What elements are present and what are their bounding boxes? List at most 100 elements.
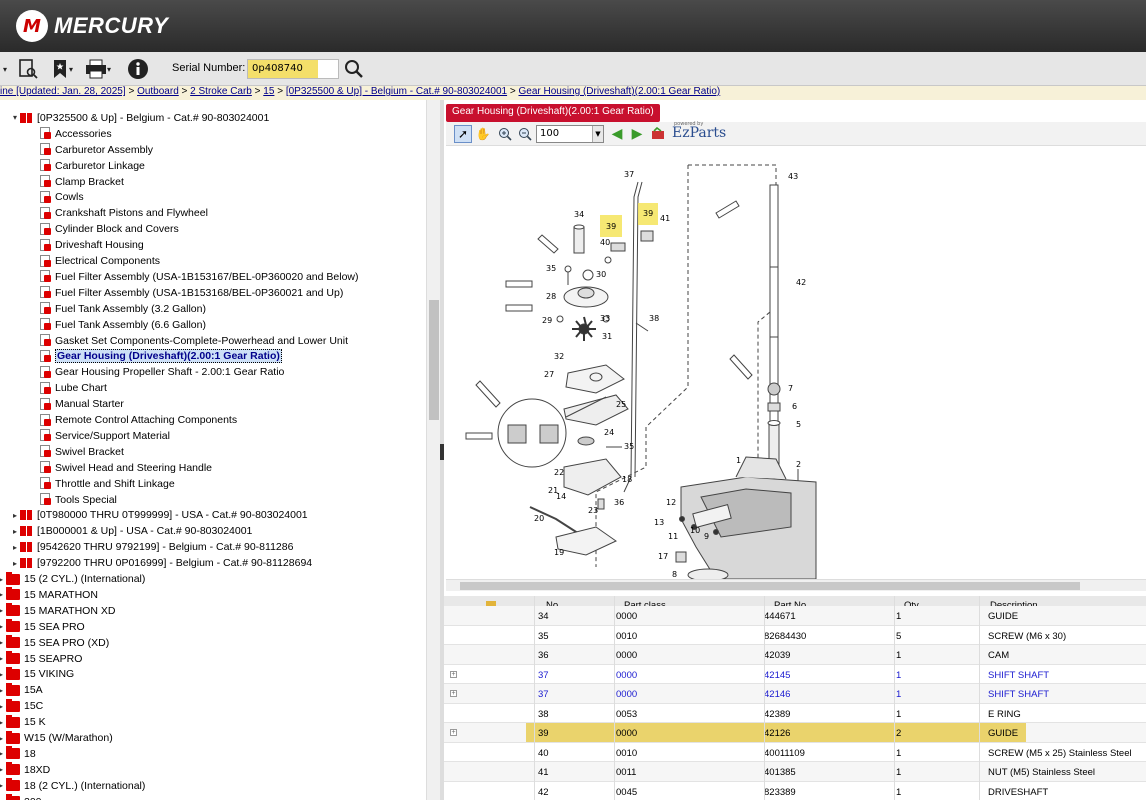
cell-description: GUIDE — [988, 728, 1019, 739]
tree-node-catalog[interactable]: ▸ [9542620 THRU 9792199] - Belgium - Cat.… — [10, 539, 293, 555]
table-row[interactable]: 42 0045 823389 1 DRIVESHAFT — [444, 782, 1146, 800]
tree-node-section[interactable]: Clamp Bracket — [40, 174, 124, 190]
tree-node-section[interactable]: Throttle and Shift Linkage — [40, 476, 175, 492]
tree-label: [9792200 THRU 0P016999] - Belgium - Cat.… — [37, 557, 313, 570]
tree-scroll-thumb[interactable] — [429, 300, 439, 420]
expand-toggle-icon[interactable]: ▸ — [10, 559, 20, 568]
diagram-tab[interactable]: Gear Housing (Driveshaft)(2.00:1 Gear Ra… — [446, 104, 660, 122]
tree-scrollbar[interactable] — [426, 100, 440, 800]
tree-node-model[interactable]: ▸ 15 MARATHON — [0, 587, 98, 603]
table-row[interactable]: +37 0000 42145 1 SHIFT SHAFT — [444, 665, 1146, 684]
exploded-parts-diagram[interactable]: 37 39 39 41 34 40 35 30 28 33 29 31 32 3… — [446, 147, 1146, 579]
diagram-hscroll-thumb[interactable] — [460, 582, 1080, 590]
pointer-tool-icon[interactable]: ➚ — [454, 125, 472, 143]
tree-node-section[interactable]: Fuel Tank Assembly (3.2 Gallon) — [40, 301, 206, 317]
tree-node-model[interactable]: ▸ 18 (2 CYL.) (International) — [0, 778, 145, 794]
tree-node-catalog[interactable]: ▾ [0P325500 & Up] - Belgium - Cat.# 90-80… — [10, 110, 269, 126]
tree-node-section[interactable]: Gasket Set Components-Complete-Powerhead… — [40, 333, 348, 349]
menu-arrow-icon[interactable]: ▾ — [0, 58, 10, 80]
previous-arrow-icon[interactable]: ◀ — [608, 125, 626, 143]
breadcrumb-item[interactable]: [0P325500 & Up] - Belgium - Cat.# 90-803… — [286, 86, 507, 97]
expand-toggle-icon[interactable]: ▸ — [10, 511, 20, 520]
breadcrumb-lead[interactable]: ine [Updated: Jan. 28, 2025] — [0, 86, 126, 97]
document-search-icon[interactable] — [16, 58, 40, 80]
tree-node-section[interactable]: Remote Control Attaching Components — [40, 412, 237, 428]
search-icon[interactable] — [344, 59, 364, 79]
expand-row-icon[interactable]: + — [450, 690, 457, 697]
tree-node-section[interactable]: Driveshaft Housing — [40, 237, 144, 253]
info-icon[interactable] — [126, 58, 150, 80]
table-row[interactable]: 35 0010 82684430 5 SCREW (M6 x 30) — [444, 626, 1146, 645]
zoom-dropdown-icon[interactable]: ▼ — [592, 126, 603, 142]
serial-number-input[interactable]: 0p408740 — [247, 59, 339, 79]
table-row[interactable]: 41 0011 401385 1 NUT (M5) Stainless Steel — [444, 762, 1146, 782]
tree-node-section[interactable]: Gear Housing Propeller Shaft - 2.00:1 Ge… — [40, 364, 284, 380]
page-icon — [40, 493, 52, 506]
table-row[interactable]: +39 0000 42126 2 GUIDE — [444, 723, 1146, 743]
next-arrow-icon[interactable]: ▶ — [628, 125, 646, 143]
tree-node-model[interactable]: ▸ 15 MARATHON XD — [0, 603, 115, 619]
tree-node-model[interactable]: ▸ 15 SEA PRO — [0, 619, 85, 635]
table-row[interactable]: 36 0000 42039 1 CAM — [444, 645, 1146, 665]
tree-node-section[interactable]: Cylinder Block and Covers — [40, 221, 179, 237]
callout-17: 17 — [658, 552, 668, 561]
tree-node-section[interactable]: Gear Housing (Driveshaft)(2.00:1 Gear Ra… — [40, 348, 282, 364]
tree-node-section[interactable]: Fuel Filter Assembly (USA-1B153167/BEL-0… — [40, 269, 359, 285]
tree-node-section[interactable]: Manual Starter — [40, 396, 124, 412]
tree-node-model[interactable]: ▸200 — [0, 794, 42, 800]
diagram-hscrollbar[interactable] — [446, 579, 1146, 591]
expand-row-icon[interactable]: + — [450, 670, 457, 678]
tree-node-model[interactable]: ▸ 15A — [0, 682, 43, 698]
tree-node-section[interactable]: Carburetor Assembly — [40, 142, 153, 158]
tree-node-section[interactable]: Lube Chart — [40, 380, 107, 396]
expand-toggle-icon[interactable]: ▸ — [10, 543, 20, 552]
tree-node-section[interactable]: Swivel Head and Steering Handle — [40, 460, 212, 476]
tree-node-model[interactable]: ▸ 18 — [0, 746, 36, 762]
tree-node-model[interactable]: ▸ 15 SEA PRO (XD) — [0, 635, 109, 651]
breadcrumb-item[interactable]: 15 — [263, 86, 274, 97]
folder-icon — [6, 666, 20, 680]
tree-node-model[interactable]: ▸ 15 VIKING — [0, 666, 74, 682]
tree-node-section[interactable]: Service/Support Material — [40, 428, 170, 444]
tree-node-section[interactable]: Accessories — [40, 126, 112, 142]
breadcrumb-item[interactable]: Gear Housing (Driveshaft)(2.00:1 Gear Ra… — [518, 86, 720, 97]
table-row[interactable]: +37 0000 42146 1 SHIFT SHAFT — [444, 684, 1146, 704]
tree-node-section[interactable]: Tools Special — [40, 492, 117, 508]
tree-node-section[interactable]: Carburetor Linkage — [40, 158, 145, 174]
tree-node-model[interactable]: ▸ W15 (W/Marathon) — [0, 730, 113, 746]
expand-row-icon[interactable]: + — [450, 729, 457, 736]
tree-node-section[interactable]: Fuel Filter Assembly (USA-1B153168/BEL-0… — [40, 285, 343, 301]
tree-node-model[interactable]: ▸ 18XD — [0, 762, 50, 778]
pan-hand-icon[interactable]: ✋ — [474, 125, 492, 143]
zoom-in-icon[interactable] — [496, 125, 514, 143]
tree-node-section[interactable]: Electrical Components — [40, 253, 160, 269]
table-row[interactable]: 34 0000 444671 1 GUIDE — [444, 606, 1146, 626]
tree-node-catalog[interactable]: ▸ [9792200 THRU 0P016999] - Belgium - Cat… — [10, 555, 312, 571]
folder-icon — [6, 714, 20, 728]
cell-no: 38 — [538, 708, 549, 720]
tree-node-catalog[interactable]: ▸ [1B000001 & Up] - USA - Cat.# 90-803024… — [10, 523, 252, 539]
breadcrumb-item[interactable]: 2 Stroke Carb — [190, 86, 252, 97]
mercury-logo[interactable]: M MERCURY — [16, 10, 168, 42]
tree-node-catalog[interactable]: ▸ [0T980000 THRU 0T999999] - USA - Cat.# … — [10, 507, 308, 523]
tree-label: Carburetor Linkage — [55, 159, 145, 172]
bookmark-dropdown-icon[interactable]: ▾ — [66, 58, 76, 80]
tree-node-section[interactable]: Swivel Bracket — [40, 444, 124, 460]
table-row[interactable]: 38 0053 42389 1 E RING — [444, 704, 1146, 723]
tree-node-section[interactable]: Fuel Tank Assembly (6.6 Gallon) — [40, 317, 206, 333]
breadcrumb-item[interactable]: Outboard — [137, 86, 179, 97]
table-row[interactable]: 40 0010 40011109 1 SCREW (M5 x 25) Stainless… — [444, 743, 1146, 762]
tree-node-model[interactable]: ▸ 15C — [0, 698, 43, 714]
print-dropdown-icon[interactable]: ▾ — [104, 58, 114, 80]
cell-description: SHIFT SHAFT — [988, 669, 1050, 681]
tree-label: Fuel Tank Assembly (3.2 Gallon) — [55, 302, 206, 315]
tree-node-model[interactable]: ▸ 15 (2 CYL.) (International) — [0, 571, 145, 587]
tree-node-section[interactable]: Cowls — [40, 189, 84, 205]
cell-description: CAM — [988, 650, 1010, 661]
tree-node-model[interactable]: ▸ 15 K — [0, 714, 46, 730]
expand-toggle-icon[interactable]: ▾ — [10, 113, 20, 122]
expand-toggle-icon[interactable]: ▸ — [10, 527, 20, 536]
zoom-out-icon[interactable] — [516, 125, 534, 143]
tree-node-model[interactable]: ▸ 15 SEAPRO — [0, 651, 82, 667]
tree-node-section[interactable]: Crankshaft Pistons and Flywheel — [40, 205, 208, 221]
